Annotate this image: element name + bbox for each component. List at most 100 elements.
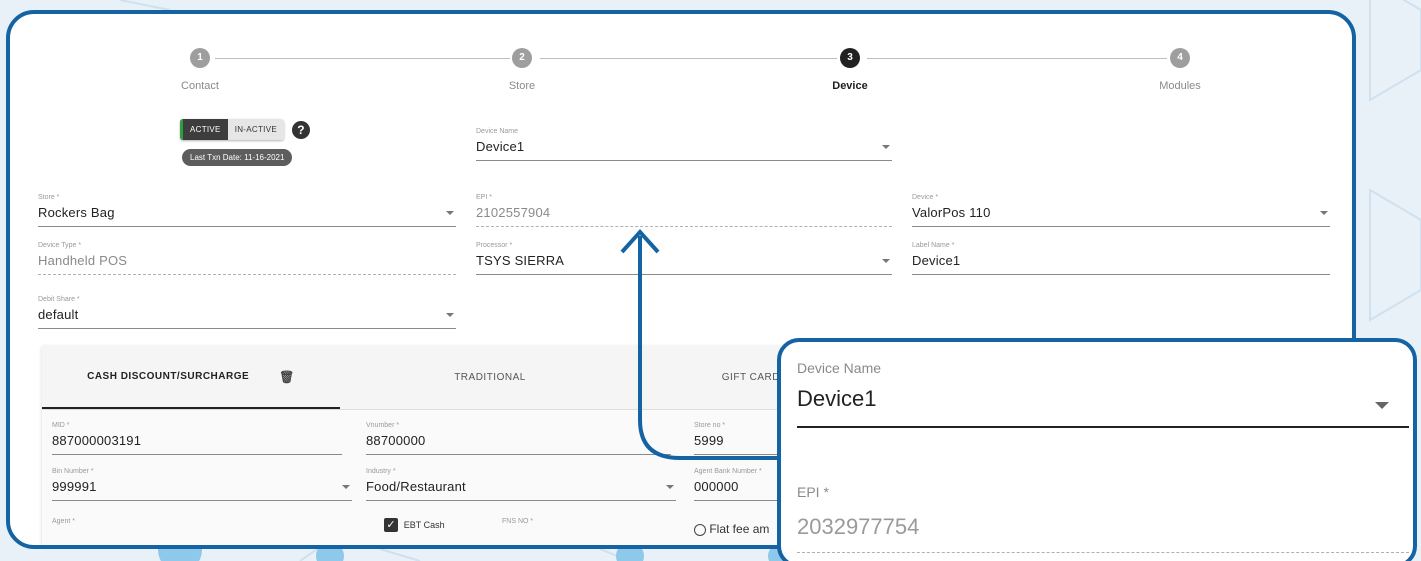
debit-share-value: default [38, 307, 79, 322]
zoom-callout: Device Name Device1 EPI * 2032977754 [777, 338, 1417, 561]
label-name-field[interactable]: Label Name * Device1 [912, 242, 1330, 275]
tab-label: TRADITIONAL [454, 372, 526, 383]
chevron-down-icon [882, 145, 890, 149]
step-number: 1 [190, 48, 210, 68]
tab-gift-card[interactable]: GIFT CARD [640, 346, 780, 409]
store-select[interactable]: Rockers Bag [38, 205, 456, 227]
zoom-underline [797, 426, 1409, 428]
flat-fee-radio[interactable]: Flat fee am [694, 522, 769, 536]
epi-input: 2102557904 [476, 205, 892, 227]
epi-value: 2102557904 [476, 205, 551, 220]
agent-bank-label: Agent Bank Number * [694, 468, 762, 475]
status-toggle-group: ACTIVE IN-ACTIVE [180, 119, 284, 140]
chevron-down-icon [882, 259, 890, 263]
device-name-field[interactable]: Device Name Device1 [476, 128, 892, 161]
mid-field[interactable]: MID * 887000003191 [52, 422, 342, 455]
industry-field[interactable]: Industry * Food/Restaurant [366, 468, 676, 501]
device-select[interactable]: ValorPos 110 [912, 205, 1330, 227]
device-type-input: Handheld POS [38, 253, 456, 275]
tab-traditional[interactable]: TRADITIONAL [340, 346, 640, 409]
chevron-down-icon [446, 211, 454, 215]
tab-label: GIFT CARD [721, 372, 780, 383]
tab-label: CASH DISCOUNT/SURCHARGE [87, 371, 250, 382]
step-label: Modules [1159, 80, 1201, 92]
chevron-down-icon [446, 313, 454, 317]
zoom-epi-underline [797, 552, 1409, 553]
step-contact[interactable]: 1 Contact [120, 48, 280, 92]
inactive-button[interactable]: IN-ACTIVE [227, 119, 284, 140]
zoom-device-name-label: Device Name [797, 360, 882, 376]
store-value: Rockers Bag [38, 205, 115, 220]
industry-label: Industry * [366, 468, 396, 475]
store-label: Store * [38, 194, 60, 201]
chevron-down-icon [666, 485, 674, 489]
zoom-epi-value: 2032977754 [797, 514, 920, 539]
mid-label: MID * [52, 422, 70, 429]
bin-select[interactable]: 999991 [52, 479, 352, 501]
step-label: Device [832, 80, 868, 92]
bin-value: 999991 [52, 479, 97, 494]
label-name-input[interactable]: Device1 [912, 253, 1330, 275]
device-name-value: Device1 [476, 139, 525, 154]
last-txn-badge: Last Txn Date: 11-16-2021 [182, 149, 293, 166]
industry-select[interactable]: Food/Restaurant [366, 479, 676, 501]
fns-no-label: FNS NO * [502, 518, 534, 525]
epi-field: EPI * 2102557904 [476, 194, 892, 227]
chevron-down-icon [342, 485, 350, 489]
store-no-value: 5999 [694, 433, 724, 448]
step-label: Contact [181, 80, 219, 92]
device-type-field: Device Type * Handheld POS [38, 242, 456, 275]
step-store[interactable]: 2 Store [442, 48, 602, 92]
active-button[interactable]: ACTIVE [180, 119, 228, 140]
step-modules[interactable]: 4 Modules [1100, 48, 1260, 92]
checkbox-checked-icon[interactable]: ✓ [384, 518, 398, 532]
store-no-input[interactable]: 5999 [694, 433, 784, 455]
processor-field[interactable]: Processor * TSYS SIERRA [476, 242, 892, 275]
ebt-cash-label: EBT Cash [403, 519, 445, 530]
radio-icon[interactable] [694, 523, 706, 536]
tab-cash-discount[interactable]: CASH DISCOUNT/SURCHARGE 🗑 [42, 346, 340, 409]
device-field[interactable]: Device * ValorPos 110 [912, 194, 1330, 227]
mid-value: 887000003191 [52, 433, 142, 448]
vnumber-input[interactable]: 88700000 [366, 433, 671, 455]
zoom-epi-label: EPI * [797, 484, 829, 500]
step-label: Store [508, 80, 536, 92]
debit-share-select[interactable]: default [38, 307, 456, 329]
device-type-label: Device Type * [38, 242, 82, 249]
bin-field[interactable]: Bin Number * 999991 [52, 468, 352, 501]
step-number: 2 [512, 48, 532, 68]
flat-fee-label: Flat fee am [709, 522, 770, 536]
step-number: 3 [840, 48, 860, 68]
device-name-select[interactable]: Device1 [476, 139, 892, 161]
help-icon[interactable]: ? [291, 120, 310, 139]
label-name-value: Device1 [912, 253, 961, 268]
processor-select[interactable]: TSYS SIERRA [476, 253, 892, 275]
status-toggle: ACTIVE IN-ACTIVE ? [180, 119, 310, 140]
agent-label: Agent * [52, 518, 75, 525]
vnumber-label: Vnumber * [366, 422, 400, 429]
ebt-cash-checkbox[interactable]: ✓ EBT Cash [384, 518, 445, 532]
agent-bank-input[interactable]: 000000 [694, 479, 784, 501]
bin-label: Bin Number * [52, 468, 94, 475]
vnumber-field[interactable]: Vnumber * 88700000 [366, 422, 671, 455]
device-label: Device * [912, 194, 939, 201]
step-number: 4 [1170, 48, 1190, 68]
debit-share-field[interactable]: Debit Share * default [38, 296, 456, 329]
device-value: ValorPos 110 [912, 205, 991, 220]
fns-no-field[interactable]: FNS NO * [502, 518, 562, 529]
device-name-label: Device Name [476, 128, 519, 135]
epi-label: EPI * [476, 194, 492, 201]
industry-value: Food/Restaurant [366, 479, 466, 494]
agent-bank-field[interactable]: Agent Bank Number * 000000 [694, 468, 784, 501]
mid-input[interactable]: 887000003191 [52, 433, 342, 455]
step-device[interactable]: 3 Device [770, 48, 930, 92]
agent-bank-value: 000000 [694, 479, 739, 494]
store-no-label: Store no * [694, 422, 726, 429]
filter-delete-icon[interactable]: 🗑 [279, 370, 295, 384]
agent-field[interactable]: Agent * [52, 518, 352, 529]
processor-label: Processor * [476, 242, 513, 249]
debit-share-label: Debit Share * [38, 296, 80, 303]
chevron-down-icon [1320, 211, 1328, 215]
store-field[interactable]: Store * Rockers Bag [38, 194, 456, 227]
store-no-field[interactable]: Store no * 5999 [694, 422, 784, 455]
